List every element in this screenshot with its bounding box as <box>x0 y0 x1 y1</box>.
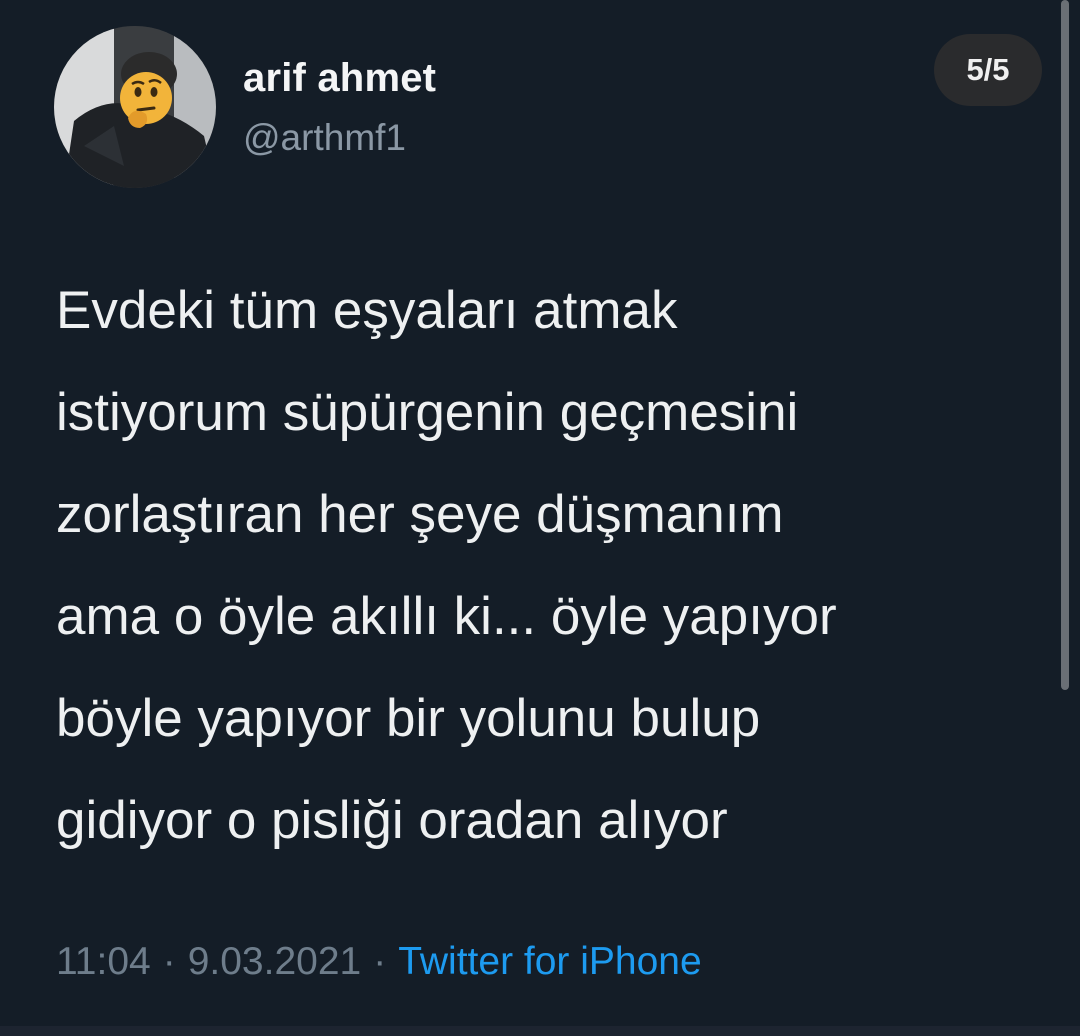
thread-counter-text: 5/5 <box>966 52 1010 87</box>
tweet-screen: arif ahmet @arthmf1 5/5 Evdeki tüm eşyal… <box>0 0 1080 1036</box>
meta-separator: · <box>162 940 176 983</box>
scrollbar-thumb[interactable] <box>1061 0 1069 690</box>
tweet-text-line: gidiyor o pisliği oradan alıyor <box>56 791 728 850</box>
thread-counter-badge: 5/5 <box>934 34 1042 106</box>
avatar[interactable] <box>54 26 216 188</box>
tweet-text: Evdeki tüm eşyaları atmak istiyorum süpü… <box>56 260 1046 872</box>
user-handle[interactable]: @arthmf1 <box>243 117 406 159</box>
tweet-text-line: ama o öyle akıllı ki... öyle yapıyor <box>56 587 837 646</box>
tweet-time[interactable]: 11:04 <box>56 940 151 983</box>
bottom-divider <box>0 1026 1080 1036</box>
tweet-text-line: zorlaştıran her şeye düşmanım <box>56 485 784 544</box>
meta-separator: · <box>373 940 387 983</box>
tweet-text-line: Evdeki tüm eşyaları atmak <box>56 281 678 340</box>
tweet-text-line: böyle yapıyor bir yolunu bulup <box>56 689 761 748</box>
display-name[interactable]: arif ahmet <box>243 56 436 101</box>
avatar-photo <box>54 26 216 188</box>
tweet-text-line: istiyorum süpürgenin geçmesini <box>56 383 799 442</box>
tweet-meta: 11:04 · 9.03.2021 · Twitter for iPhone <box>56 940 702 984</box>
tweet-date[interactable]: 9.03.2021 <box>188 940 362 983</box>
tweet-source-link[interactable]: Twitter for iPhone <box>398 940 701 983</box>
